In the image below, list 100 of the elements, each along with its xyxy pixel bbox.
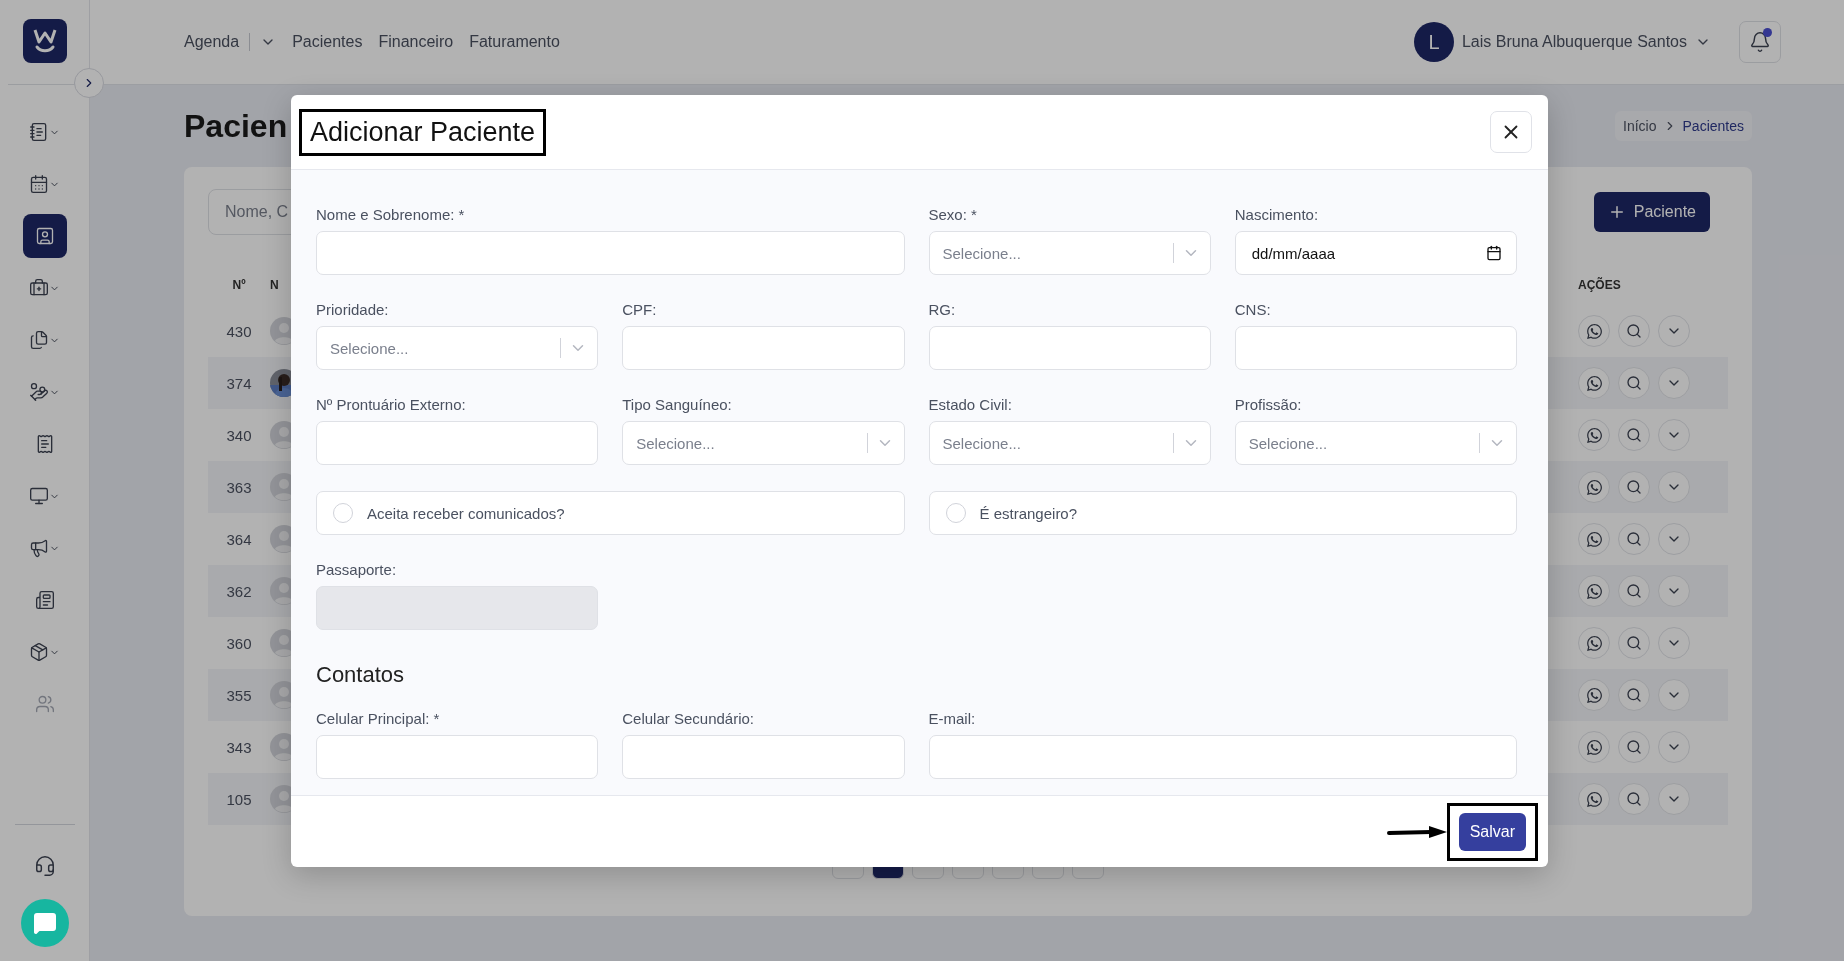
hand-coins-icon xyxy=(29,382,49,402)
chat-button[interactable] xyxy=(20,899,69,947)
section-heading: Contatos xyxy=(316,662,406,688)
checkbox-label: Aceita receber comunicados? xyxy=(367,504,565,522)
search-icon xyxy=(1626,739,1642,755)
whatsapp-button[interactable] xyxy=(1578,315,1610,347)
search-icon xyxy=(1626,791,1642,807)
sidebar-toggle-button[interactable] xyxy=(74,68,104,98)
notebook-icon xyxy=(29,122,49,142)
user-name: Lais Bruna Albuquerque Santos xyxy=(1461,33,1687,51)
checkbox-field[interactable]: É estrangeiro? xyxy=(928,491,1517,535)
whatsapp-icon xyxy=(1585,738,1603,756)
whatsapp-icon xyxy=(1585,530,1603,548)
whatsapp-icon xyxy=(1585,374,1603,392)
column-header: Nº xyxy=(232,278,246,292)
search-button[interactable] xyxy=(1618,731,1650,763)
table-cell-text: 363 xyxy=(225,478,253,496)
select-field[interactable]: Selecione... xyxy=(928,421,1211,465)
whatsapp-icon xyxy=(1585,634,1603,652)
select-field[interactable]: Selecione... xyxy=(928,231,1211,275)
table-cell-text: 355 xyxy=(225,686,253,704)
input-field[interactable] xyxy=(1234,326,1517,370)
input-field[interactable] xyxy=(928,735,1517,779)
add-patient-button[interactable]: Paciente xyxy=(1593,192,1710,232)
search-icon xyxy=(1626,635,1642,651)
whatsapp-icon xyxy=(1585,582,1603,600)
dialog-title: Adicionar Paciente xyxy=(299,108,547,156)
checkbox-label: É estrangeiro? xyxy=(979,504,1078,522)
sidebar-item[interactable] xyxy=(22,214,67,258)
medical-case-icon xyxy=(29,278,49,298)
whatsapp-button[interactable] xyxy=(1578,523,1610,555)
table-cell-text: 362 xyxy=(225,582,253,600)
whatsapp-button[interactable] xyxy=(1578,783,1610,815)
table-cell-text: 340 xyxy=(225,426,253,444)
whatsapp-button[interactable] xyxy=(1578,575,1610,607)
search-button[interactable] xyxy=(1618,419,1650,451)
whatsapp-button[interactable] xyxy=(1578,471,1610,503)
input-field[interactable] xyxy=(622,735,905,779)
users-icon xyxy=(34,694,55,714)
whatsapp-button[interactable] xyxy=(1578,731,1610,763)
field-label: Nome e Sobrenome: * xyxy=(316,206,466,223)
select-field[interactable]: Selecione... xyxy=(316,326,599,370)
field-label: RG: xyxy=(928,301,957,318)
checkbox[interactable] xyxy=(945,503,966,523)
contact-card-icon xyxy=(34,226,55,246)
headset-icon xyxy=(33,855,56,877)
date-field[interactable]: dd/mm/aaaa xyxy=(1234,231,1517,275)
select-field[interactable]: Selecione... xyxy=(1234,421,1517,465)
field-label: Tipo Sanguíneo: xyxy=(622,396,733,413)
table-cell-text: 374 xyxy=(225,374,253,392)
whatsapp-button[interactable] xyxy=(1578,679,1610,711)
whatsapp-icon xyxy=(1585,686,1603,704)
nav-link[interactable]: Agenda xyxy=(184,33,240,51)
column-header: AÇÕES xyxy=(1578,278,1621,292)
user-avatar: L xyxy=(1413,22,1454,62)
breadcrumb-link[interactable]: Início xyxy=(1623,118,1657,134)
search-icon xyxy=(1626,583,1642,599)
calendar-icon xyxy=(29,174,49,194)
whatsapp-button[interactable] xyxy=(1578,419,1610,451)
nav-link[interactable]: Financeiro xyxy=(378,33,454,51)
search-icon xyxy=(1626,531,1642,547)
logo-icon[interactable] xyxy=(22,19,67,63)
checkbox[interactable] xyxy=(333,503,353,523)
search-button[interactable] xyxy=(1618,523,1650,555)
select-field[interactable]: Selecione... xyxy=(622,421,905,465)
input-field[interactable] xyxy=(928,326,1211,370)
save-button[interactable]: Salvar xyxy=(1458,812,1526,851)
close-button[interactable] xyxy=(1490,111,1532,153)
newspaper-icon xyxy=(34,590,55,610)
input-field[interactable] xyxy=(622,326,905,370)
search-button[interactable] xyxy=(1618,315,1650,347)
search-icon xyxy=(1626,375,1642,391)
nav-link[interactable]: Pacientes xyxy=(292,33,363,51)
search-button[interactable] xyxy=(1618,471,1650,503)
notification-button[interactable] xyxy=(1739,21,1781,63)
user-menu[interactable]: L Lais Bruna Albuquerque Santos xyxy=(1413,22,1711,62)
whatsapp-button[interactable] xyxy=(1578,367,1610,399)
search-button[interactable] xyxy=(1618,367,1650,399)
calendar-icon xyxy=(1486,245,1502,261)
input-field[interactable] xyxy=(316,231,905,275)
search-button[interactable] xyxy=(1618,679,1650,711)
breadcrumb-link[interactable]: Pacientes xyxy=(1682,118,1744,134)
field-label: Profissão: xyxy=(1234,396,1303,413)
input-field[interactable] xyxy=(316,421,599,465)
whatsapp-button[interactable] xyxy=(1578,627,1610,659)
table-cell-text: 364 xyxy=(225,530,253,548)
nav-link[interactable]: Faturamento xyxy=(469,33,560,51)
table-cell-text: 360 xyxy=(225,634,253,652)
checkbox-field[interactable]: Aceita receber comunicados? xyxy=(316,491,905,535)
input-field[interactable] xyxy=(316,735,599,779)
search-icon xyxy=(1626,323,1642,339)
field-label: E-mail: xyxy=(928,710,977,727)
support-button[interactable] xyxy=(33,855,56,877)
search-button[interactable] xyxy=(1618,575,1650,607)
megaphone-icon xyxy=(29,538,49,558)
search-button[interactable] xyxy=(1618,783,1650,815)
whatsapp-icon xyxy=(1585,426,1603,444)
whatsapp-icon xyxy=(1585,322,1603,340)
table-cell-text: 430 xyxy=(225,322,253,340)
search-button[interactable] xyxy=(1618,627,1650,659)
